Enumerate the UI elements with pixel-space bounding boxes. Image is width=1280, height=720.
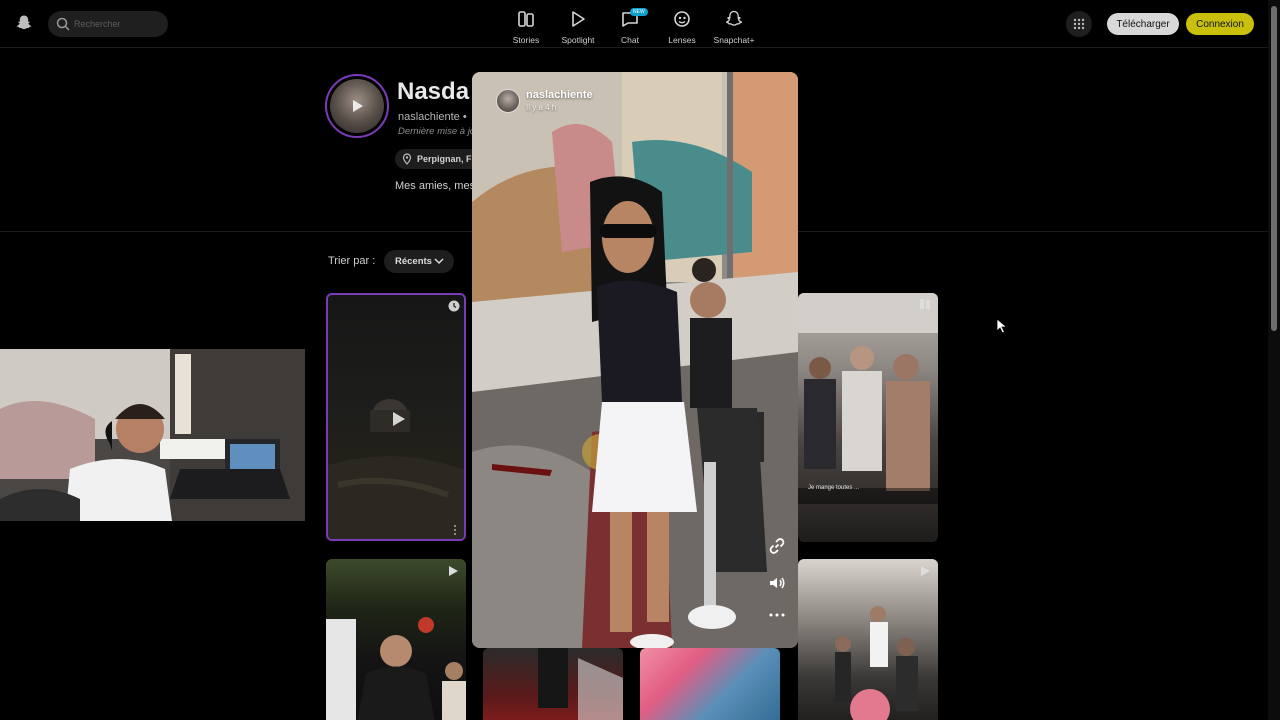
nav-chat[interactable]: NEW Chat bbox=[604, 6, 656, 46]
nav-chat-label: Chat bbox=[621, 35, 639, 45]
nav-snapchat-plus-label: Snapchat+ bbox=[713, 35, 755, 45]
story-tile[interactable] bbox=[326, 559, 466, 720]
download-button[interactable]: Télécharger bbox=[1107, 13, 1179, 35]
story-username[interactable]: naslachiente bbox=[526, 89, 593, 101]
more-options-icon[interactable] bbox=[768, 606, 786, 624]
tile-thumbnail bbox=[835, 606, 918, 720]
story-tile[interactable] bbox=[326, 293, 466, 541]
search-icon bbox=[56, 17, 70, 31]
nav-lenses-label: Lenses bbox=[668, 35, 696, 45]
tile-thumbnail bbox=[538, 648, 623, 720]
play-icon bbox=[449, 566, 458, 576]
top-navigation-bar: Stories Spotlight NEW Chat Lenses bbox=[0, 0, 1268, 48]
play-icon bbox=[353, 100, 363, 112]
snapchat-plus-icon bbox=[726, 10, 742, 26]
location-pin-icon bbox=[402, 153, 412, 165]
profile-bio: Mes amies, mes bbox=[395, 180, 476, 192]
tile-thumbnail bbox=[326, 617, 466, 720]
webcam-video bbox=[0, 349, 305, 521]
page-scrollbar[interactable] bbox=[1268, 0, 1280, 720]
chevron-down-icon bbox=[434, 258, 444, 265]
stories-icon bbox=[920, 299, 930, 309]
story-user-avatar[interactable] bbox=[496, 89, 520, 113]
search-input[interactable] bbox=[74, 15, 162, 33]
location-text: Perpignan, Fr bbox=[417, 154, 476, 164]
nav-stories[interactable]: Stories bbox=[500, 6, 552, 46]
tile-caption: Je mange toutes ... bbox=[808, 485, 860, 491]
play-icon bbox=[921, 566, 930, 576]
profile-updated: Dernière mise à jo bbox=[398, 126, 476, 137]
story-tile[interactable] bbox=[640, 648, 780, 720]
nav-spotlight[interactable]: Spotlight bbox=[552, 6, 604, 46]
nav-snapchat-plus[interactable]: Snapchat+ bbox=[708, 6, 760, 46]
tile-thumbnail bbox=[798, 293, 938, 504]
story-tile[interactable]: Je mange toutes ... bbox=[798, 293, 938, 542]
lenses-icon bbox=[674, 11, 690, 27]
login-button[interactable]: Connexion bbox=[1186, 13, 1254, 35]
story-tile[interactable] bbox=[483, 648, 623, 720]
profile-avatar[interactable] bbox=[325, 74, 389, 138]
nav-spotlight-label: Spotlight bbox=[561, 35, 595, 45]
volume-icon[interactable] bbox=[768, 574, 786, 592]
apps-grid-button[interactable] bbox=[1066, 11, 1092, 37]
sort-dropdown[interactable]: Récents bbox=[384, 250, 454, 273]
main-nav: Stories Spotlight NEW Chat Lenses Snapch… bbox=[500, 6, 760, 46]
story-timestamp: Il y a 4 h bbox=[526, 103, 557, 112]
link-icon[interactable] bbox=[768, 537, 786, 555]
stories-icon bbox=[518, 11, 534, 27]
play-icon bbox=[393, 412, 405, 426]
sort-label: Trier par : bbox=[328, 255, 376, 267]
new-badge: NEW bbox=[630, 8, 648, 16]
webcam-overlay bbox=[0, 349, 305, 521]
spotlight-play-icon bbox=[572, 11, 585, 27]
snapchat-ghost-logo-icon[interactable] bbox=[15, 14, 33, 32]
story-viewer[interactable] bbox=[472, 72, 798, 648]
more-options-icon[interactable] bbox=[448, 523, 462, 537]
sort-value: Récents bbox=[395, 256, 432, 267]
story-video bbox=[472, 72, 798, 648]
clock-icon bbox=[448, 300, 460, 312]
apps-grid-icon bbox=[1073, 18, 1085, 30]
story-tile[interactable] bbox=[798, 559, 938, 720]
mouse-cursor-icon bbox=[996, 318, 1008, 334]
scrollbar-thumb[interactable] bbox=[1271, 6, 1277, 331]
profile-username: naslachiente • bbox=[398, 111, 467, 123]
profile-name: Nasda bbox=[397, 78, 470, 105]
nav-lenses[interactable]: Lenses bbox=[656, 6, 708, 46]
avatar-image bbox=[330, 79, 384, 133]
search-bar[interactable] bbox=[48, 11, 168, 37]
nav-stories-label: Stories bbox=[512, 35, 540, 45]
